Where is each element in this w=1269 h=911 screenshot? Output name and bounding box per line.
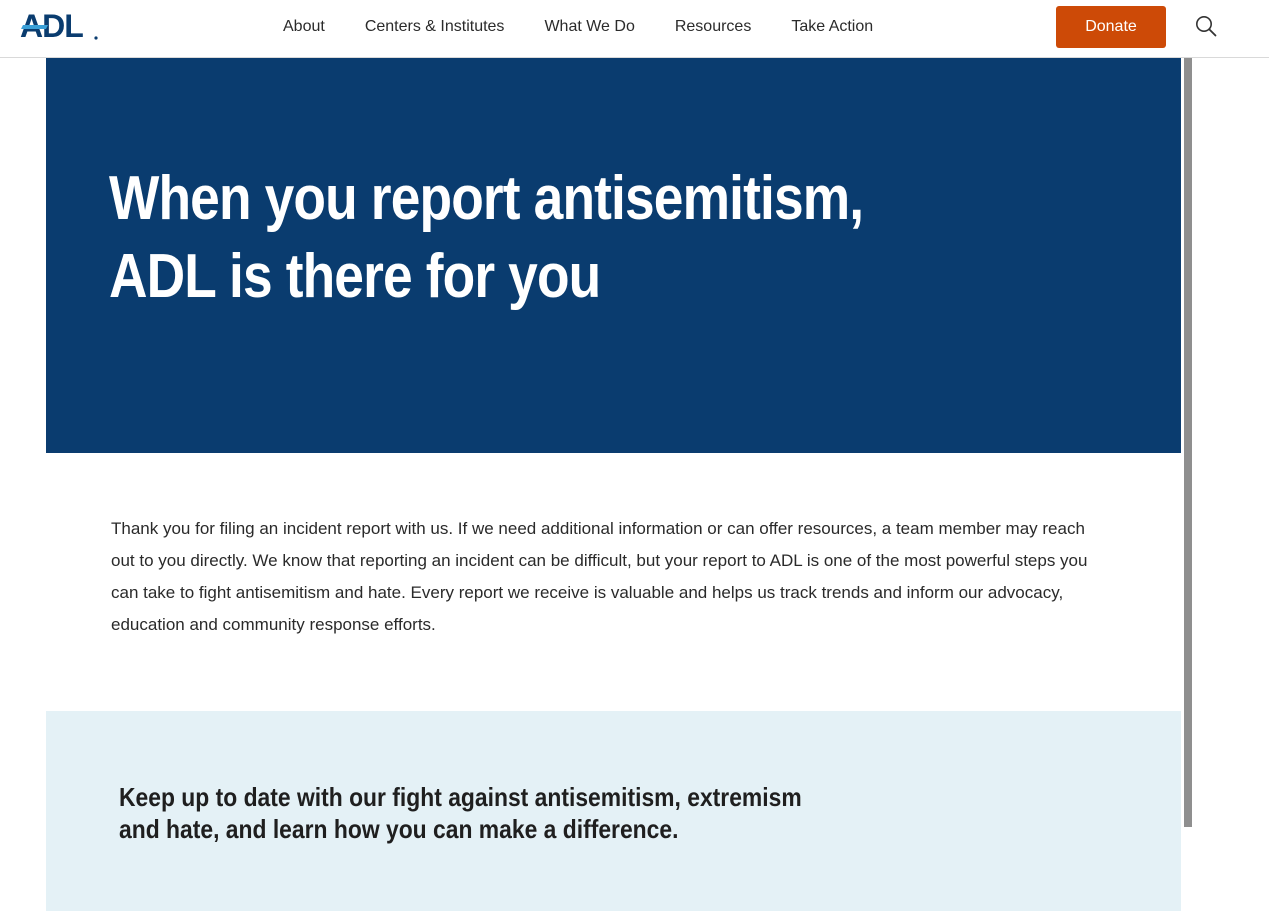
newsletter-section: Keep up to date with our fight against a… [46,711,1181,911]
newsletter-heading: Keep up to date with our fight against a… [119,782,802,844]
logo-swoosh [21,25,48,29]
donate-button[interactable]: Donate [1056,6,1166,48]
search-button[interactable] [1192,12,1220,40]
site-header: ADL About Centers & Institutes What We D… [0,0,1269,58]
main-content: When you report antisemitism, ADL is the… [46,58,1181,911]
scrollbar-thumb[interactable] [1184,58,1192,827]
logo-registered-mark [94,36,98,40]
nav-item-centers-institutes[interactable]: Centers & Institutes [365,18,505,36]
hero-title: When you report antisemitism, ADL is the… [109,164,864,311]
nav-item-take-action[interactable]: Take Action [791,18,873,36]
hero-banner: When you report antisemitism, ADL is the… [46,58,1181,453]
nav-item-resources[interactable]: Resources [675,18,751,36]
adl-logo[interactable]: ADL [20,8,100,42]
search-icon [1196,16,1217,37]
adl-logo-mark: ADL [20,8,98,42]
nav-item-what-we-do[interactable]: What We Do [544,18,634,36]
main-nav: About Centers & Institutes What We Do Re… [283,0,873,54]
nav-item-about[interactable]: About [283,18,325,36]
thank-you-message: Thank you for filing an incident report … [111,519,1088,634]
